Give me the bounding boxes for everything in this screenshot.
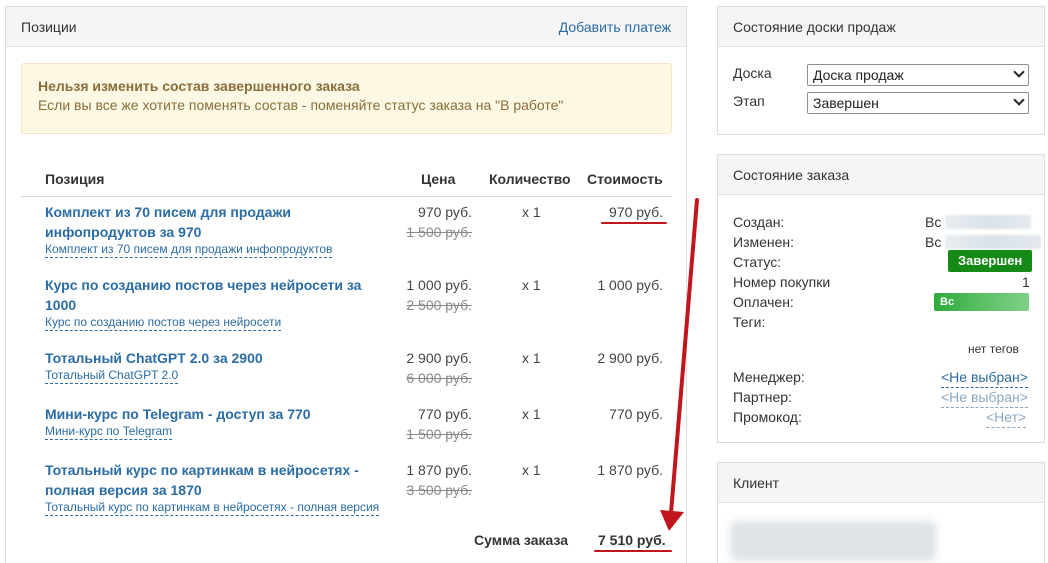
price: 2 900 руб. xyxy=(406,350,472,366)
order-total-label: Сумма заказа xyxy=(474,532,569,548)
positions-header: Позиции Добавить платеж xyxy=(6,7,686,47)
table-row: Курс по созданию постов через нейросети … xyxy=(21,275,672,335)
add-payment-link[interactable]: Добавить платеж xyxy=(559,19,671,35)
price: 1 000 руб. xyxy=(406,277,472,293)
table-row: Комплект из 70 писем для продажи инфопро… xyxy=(21,202,672,262)
quantity: x 1 xyxy=(522,204,541,220)
redacted-client-info xyxy=(730,521,936,561)
red-underline-annotation xyxy=(594,550,672,552)
board-select[interactable]: Доска продаж xyxy=(807,64,1029,86)
promocode-label: Промокод: xyxy=(733,409,802,425)
position-name-link[interactable]: Курс по созданию постов через нейросети … xyxy=(45,275,385,315)
product-link[interactable]: Тотальный ChatGPT 2.0 xyxy=(45,368,179,384)
position-name-link[interactable]: Комплект из 70 писем для продажи инфопро… xyxy=(45,202,385,242)
client-panel: Клиент xyxy=(717,462,1045,563)
redacted-date xyxy=(945,215,1031,229)
product-link[interactable]: Мини-курс по Telegram xyxy=(45,424,173,440)
positions-panel: Позиции Добавить платеж Нельзя изменить … xyxy=(5,6,687,563)
board-header: Состояние доски продаж xyxy=(718,7,1044,47)
tags-label: Теги: xyxy=(733,314,766,330)
status-label: Статус: xyxy=(733,254,782,270)
header-price: Цена xyxy=(421,171,456,187)
created-value: Вс xyxy=(925,214,942,230)
product-link[interactable]: Тотальный курс по картинкам в нейросетях… xyxy=(45,500,380,516)
purchase-number-label: Номер покупки xyxy=(733,274,831,290)
status-badge: Завершен xyxy=(948,250,1033,272)
alert-text: Если вы все же хотите поменять состав - … xyxy=(38,97,564,113)
cost: 1 870 руб. xyxy=(597,462,663,478)
client-header: Клиент xyxy=(718,463,1044,503)
chevron-down-icon xyxy=(1013,66,1025,78)
quantity: x 1 xyxy=(522,406,541,422)
old-price: 1 500 руб. xyxy=(406,426,472,442)
manager-label: Менеджер: xyxy=(733,369,805,385)
redacted-date xyxy=(945,235,1041,249)
paid-badge: Вс xyxy=(934,293,1029,311)
stage-select[interactable]: Завершен xyxy=(807,92,1029,114)
partner-select-link[interactable]: <Не выбран> xyxy=(941,387,1028,408)
red-arrow-annotation xyxy=(660,198,699,531)
old-price: 6 000 руб. xyxy=(406,370,472,386)
price: 770 руб. xyxy=(418,406,472,422)
board-select-value: Доска продаж xyxy=(813,67,904,83)
old-price: 1 500 руб. xyxy=(406,224,472,240)
table-row: Тотальный ChatGPT 2.0 за 2900 Тотальный … xyxy=(21,348,672,390)
changed-value: Вс xyxy=(925,234,942,250)
table-row: Мини-курс по Telegram - доступ за 770 Ми… xyxy=(21,404,672,446)
completed-order-alert: Нельзя изменить состав завершенного зака… xyxy=(21,63,672,134)
header-qty: Количество xyxy=(489,171,571,187)
stage-select-value: Завершен xyxy=(813,95,879,111)
board-label: Доска xyxy=(733,65,772,81)
old-price: 3 500 руб. xyxy=(406,482,472,498)
promocode-link[interactable]: <Нет> xyxy=(986,407,1027,428)
position-name-link[interactable]: Тотальный ChatGPT 2.0 за 2900 xyxy=(45,348,385,368)
header-name: Позиция xyxy=(45,171,105,187)
quantity: x 1 xyxy=(522,277,541,293)
order-state-panel: Состояние заказа Создан: Вс Изменен: Вс … xyxy=(717,154,1045,443)
purchase-number-value: 1 xyxy=(1022,274,1030,290)
quantity: x 1 xyxy=(522,462,541,478)
price: 970 руб. xyxy=(418,204,472,220)
product-link[interactable]: Комплект из 70 писем для продажи инфопро… xyxy=(45,242,333,258)
order-header: Состояние заказа xyxy=(718,155,1044,195)
no-tags-text: нет тегов xyxy=(968,342,1019,356)
manager-select-link[interactable]: <Не выбран> xyxy=(941,367,1028,388)
board-title: Состояние доски продаж xyxy=(733,18,896,35)
position-name-link[interactable]: Тотальный курс по картинкам в нейросетях… xyxy=(45,460,385,500)
client-title: Клиент xyxy=(733,474,780,491)
alert-title: Нельзя изменить состав завершенного зака… xyxy=(38,78,360,94)
changed-label: Изменен: xyxy=(733,234,795,250)
cost: 1 000 руб. xyxy=(597,277,663,293)
positions-table-header: Позиция Цена Количество Стоимость xyxy=(21,163,672,197)
created-label: Создан: xyxy=(733,214,785,230)
product-link[interactable]: Курс по созданию постов через нейросети xyxy=(45,315,282,331)
order-title: Состояние заказа xyxy=(733,166,850,183)
paid-label: Оплачен: xyxy=(733,294,794,310)
quantity: x 1 xyxy=(522,350,541,366)
header-cost: Стоимость xyxy=(587,171,663,187)
partner-label: Партнер: xyxy=(733,389,792,405)
old-price: 2 500 руб. xyxy=(406,297,472,313)
price: 1 870 руб. xyxy=(406,462,472,478)
positions-title: Позиции xyxy=(21,18,77,35)
table-row: Тотальный курс по картинкам в нейросетях… xyxy=(21,460,672,520)
sales-board-panel: Состояние доски продаж Доска Доска прода… xyxy=(717,6,1045,135)
cost: 2 900 руб. xyxy=(597,350,663,366)
chevron-down-icon xyxy=(1013,94,1025,106)
stage-label: Этап xyxy=(733,93,765,109)
position-name-link[interactable]: Мини-курс по Telegram - доступ за 770 xyxy=(45,404,385,424)
